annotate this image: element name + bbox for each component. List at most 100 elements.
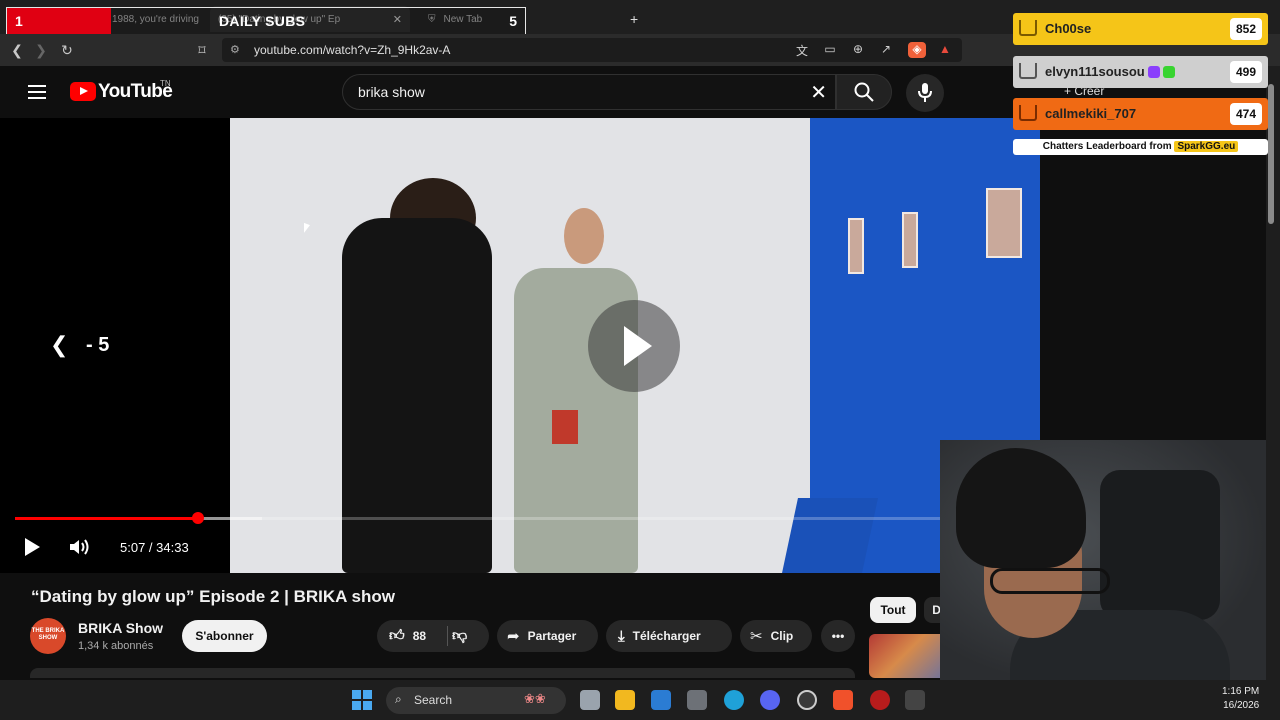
clock-date: 16/2026 [1223, 700, 1260, 711]
crown-icon [1019, 105, 1037, 121]
thumbs-down-icon[interactable]: 👎︎ [452, 627, 467, 645]
task-view-icon[interactable] [580, 690, 600, 710]
daily-subs-overlay: 1 DAILY SUBS 5 [6, 7, 526, 35]
windows-start-icon[interactable] [352, 690, 372, 710]
more-actions-button[interactable]: ••• [821, 620, 855, 652]
taskbar-clock[interactable]: 1:16 PM 16/2026 [1222, 685, 1259, 713]
play-icon[interactable] [25, 538, 40, 556]
leaderboard-brand: SparkGG.eu [1174, 141, 1239, 152]
leaderboard-name-text: elvyn111sousou [1045, 64, 1145, 79]
clip-button[interactable]: ✂ Clip [740, 620, 812, 652]
volume-icon[interactable] [68, 537, 92, 557]
leaderboard-name: elvyn111sousou [1045, 64, 1175, 79]
channel-subscriber-count: 1,34 k abonnés [78, 640, 154, 652]
mouse-cursor-icon [304, 222, 310, 236]
subs-current-count: 1 [15, 13, 23, 29]
blue-backdrop-fold [782, 498, 878, 573]
streamer-webcam [940, 440, 1266, 684]
seek-indicator: - 5 [86, 334, 110, 356]
subscribe-button[interactable]: S'abonner [182, 620, 267, 652]
share-button[interactable]: ➦ Partager [497, 620, 598, 652]
youtube-logo-icon[interactable] [70, 82, 96, 101]
crown-icon [1019, 63, 1037, 79]
opera-icon[interactable] [870, 690, 890, 710]
download-button[interactable]: ⤓ Télécharger [606, 620, 732, 652]
time-display: 5:07 / 34:33 [120, 540, 189, 555]
clock-time: 1:16 PM [1222, 686, 1260, 697]
leaderboard-score: 474 [1230, 103, 1262, 125]
leaderboard-score: 852 [1230, 18, 1262, 40]
rewards-icon[interactable]: ▲ [936, 42, 954, 58]
leaderboard-footer-text: Chatters Leaderboard from [1042, 141, 1172, 152]
share-arrow-icon: ➦ [507, 628, 520, 645]
search-button[interactable] [836, 74, 892, 110]
region-code: TN [160, 79, 171, 88]
leaderboard-row: Ch00se 852 [1013, 13, 1268, 45]
forward-icon[interactable]: ❯ [31, 40, 51, 60]
progress-played [15, 517, 198, 520]
subscriber-badge-icon [1147, 66, 1160, 78]
leaderboard-row: elvyn111sousou 499 [1013, 56, 1268, 88]
reload-icon[interactable]: ↻ [57, 40, 77, 60]
share-icon[interactable]: ↗ [877, 42, 895, 58]
download-label: Télécharger [632, 629, 701, 643]
taskbar-search[interactable]: ⌕ Search ❀❀ [386, 687, 566, 714]
glasses [990, 568, 1110, 594]
bookmark-icon[interactable]: ⌑ [192, 40, 212, 60]
app-icon[interactable] [905, 690, 925, 710]
chip-all[interactable]: Tout [870, 597, 916, 623]
scissors-icon: ✂ [750, 628, 763, 645]
search-icon: ⌕ [395, 692, 402, 706]
channel-avatar[interactable]: THE BRIKA SHOW [30, 618, 66, 654]
hanging-photo [848, 218, 864, 274]
translate-icon[interactable]: 文 [793, 42, 811, 58]
description-box[interactable] [30, 668, 855, 678]
edge-icon[interactable] [724, 690, 744, 710]
leaderboard-name: callmekiki_707 [1045, 106, 1137, 121]
search-query: brika show [358, 84, 425, 100]
menu-icon[interactable] [28, 85, 46, 99]
clear-search-icon[interactable]: ✕ [810, 80, 827, 105]
progress-scrubber[interactable] [191, 512, 204, 524]
microsoft-store-icon[interactable] [651, 690, 671, 710]
cast-icon[interactable]: ▭ [821, 42, 839, 58]
star-badge-icon [1162, 66, 1175, 78]
zoom-icon[interactable]: ⊕ [849, 42, 867, 58]
subs-goal-count: 5 [509, 13, 517, 29]
leaderboard-score: 499 [1230, 61, 1262, 83]
obs-icon[interactable] [797, 690, 817, 710]
search-input[interactable]: brika show ✕ [342, 74, 836, 110]
download-icon: ⤓ [618, 627, 625, 645]
tulips-icon: ❀❀ [524, 691, 546, 706]
streamer-hair [956, 448, 1086, 568]
taskbar-search-label: Search [414, 693, 453, 707]
chevron-left-icon: ❮ [50, 332, 69, 357]
big-play-button[interactable] [588, 300, 680, 392]
search-icon [854, 82, 874, 102]
scrollbar-thumb[interactable] [1268, 84, 1274, 224]
share-label: Partager [527, 629, 577, 643]
app-icon[interactable] [687, 690, 707, 710]
leaderboard-footer: Chatters Leaderboard from SparkGG.eu [1013, 139, 1268, 155]
discord-icon[interactable] [760, 690, 780, 710]
like-count[interactable]: 88 [413, 629, 426, 643]
leaderboard-row: callmekiki_707 474 [1013, 98, 1268, 130]
voice-search-button[interactable] [906, 74, 944, 112]
file-explorer-icon[interactable] [615, 690, 635, 710]
brave-shield-icon[interactable]: ◈ [908, 42, 926, 58]
brave-icon[interactable] [833, 690, 853, 710]
back-icon[interactable]: ❮ [7, 40, 27, 60]
more-icon: ••• [831, 629, 845, 643]
thumbs-up-icon[interactable]: 👍︎ [389, 627, 405, 645]
subs-title: DAILY SUBS [219, 13, 306, 29]
video-title: “Dating by glow up” Episode 2 | BRIKA sh… [31, 587, 395, 606]
clip-label: Clip [770, 629, 794, 643]
gaming-chair [1100, 470, 1220, 620]
crown-icon [1019, 20, 1037, 36]
like-divider [447, 626, 448, 646]
site-info-icon[interactable]: ⚙ [230, 43, 240, 56]
windows-taskbar [0, 680, 1280, 720]
hanging-photo [902, 212, 918, 268]
channel-name[interactable]: BRIKA Show [78, 620, 163, 636]
new-tab-button[interactable]: + [622, 6, 642, 32]
